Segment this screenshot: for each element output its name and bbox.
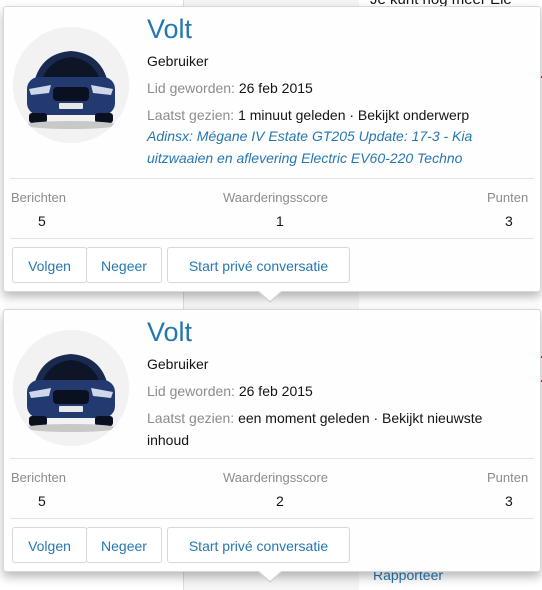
- last-seen-value: 1 minuut geleden · Bekijkt onderwerp: [238, 107, 470, 123]
- joined-label: Lid geworden:: [147, 80, 235, 96]
- buttons-divider: [10, 518, 534, 519]
- stat-value-messages: 5: [38, 493, 46, 509]
- username-link[interactable]: Volt: [147, 11, 192, 47]
- stat-label-reaction-score: Waarderingsscore: [223, 470, 329, 485]
- joined-date: 26 feb 2015: [238, 80, 313, 96]
- last-seen-line: Laatst gezien: 1 minuut geleden · Bekijk…: [147, 105, 469, 125]
- user-title: Gebruiker: [147, 53, 209, 69]
- stat-label-messages: Berichten: [11, 470, 66, 485]
- joined-date: 26 feb 2015: [238, 383, 313, 399]
- avatar[interactable]: [13, 27, 129, 143]
- stat-label-points: Punten: [487, 470, 529, 485]
- stat-value-messages: 5: [38, 213, 46, 229]
- stats-divider: [10, 458, 534, 459]
- avatar[interactable]: [13, 330, 129, 446]
- follow-button[interactable]: Volgen: [12, 527, 87, 563]
- buttons-divider: [10, 238, 534, 239]
- last-seen-value: een moment geleden · Bekijkt nieuwste: [238, 410, 483, 426]
- member-tooltip: Volt Gebruiker Lid geworden: 26 feb 2015…: [3, 309, 541, 583]
- ignore-button[interactable]: Negeer: [86, 527, 162, 563]
- username-link[interactable]: Volt: [147, 314, 192, 350]
- stat-label-messages: Berichten: [11, 190, 66, 205]
- car-avatar-image: [13, 27, 129, 143]
- stat-value-reaction-score: 2: [276, 493, 284, 509]
- car-avatar-image: [13, 330, 129, 446]
- ignore-button[interactable]: Negeer: [86, 247, 162, 283]
- tooltip-arrow: [259, 571, 281, 581]
- stat-value-points: 3: [505, 493, 513, 509]
- stat-label-points: Punten: [487, 190, 529, 205]
- stats-divider: [10, 178, 534, 179]
- joined-line: Lid geworden: 26 feb 2015: [147, 381, 313, 401]
- tooltip-arrow: [259, 291, 281, 301]
- stat-value-points: 3: [505, 213, 513, 229]
- last-seen-label: Laatst gezien:: [147, 410, 235, 426]
- stat-value-reaction-score: 1: [276, 213, 284, 229]
- stat-label-reaction-score: Waarderingsscore: [223, 190, 329, 205]
- last-seen-continuation: inhoud: [147, 432, 190, 448]
- start-conversation-button[interactable]: Start privé conversatie: [167, 527, 350, 563]
- joined-line: Lid geworden: 26 feb 2015: [147, 78, 313, 98]
- follow-button[interactable]: Volgen: [12, 247, 87, 283]
- user-title: Gebruiker: [147, 356, 209, 372]
- activity-thread-link[interactable]: Adinsx: Mégane IV Estate GT205 Update: 1…: [147, 125, 527, 169]
- start-conversation-button[interactable]: Start privé conversatie: [167, 247, 350, 283]
- last-seen-line: Laatst gezien: een moment geleden · Beki…: [147, 408, 482, 428]
- joined-label: Lid geworden:: [147, 383, 235, 399]
- last-seen-label: Laatst gezien:: [147, 107, 235, 123]
- member-tooltip: Volt Gebruiker Lid geworden: 26 feb 2015…: [3, 6, 541, 303]
